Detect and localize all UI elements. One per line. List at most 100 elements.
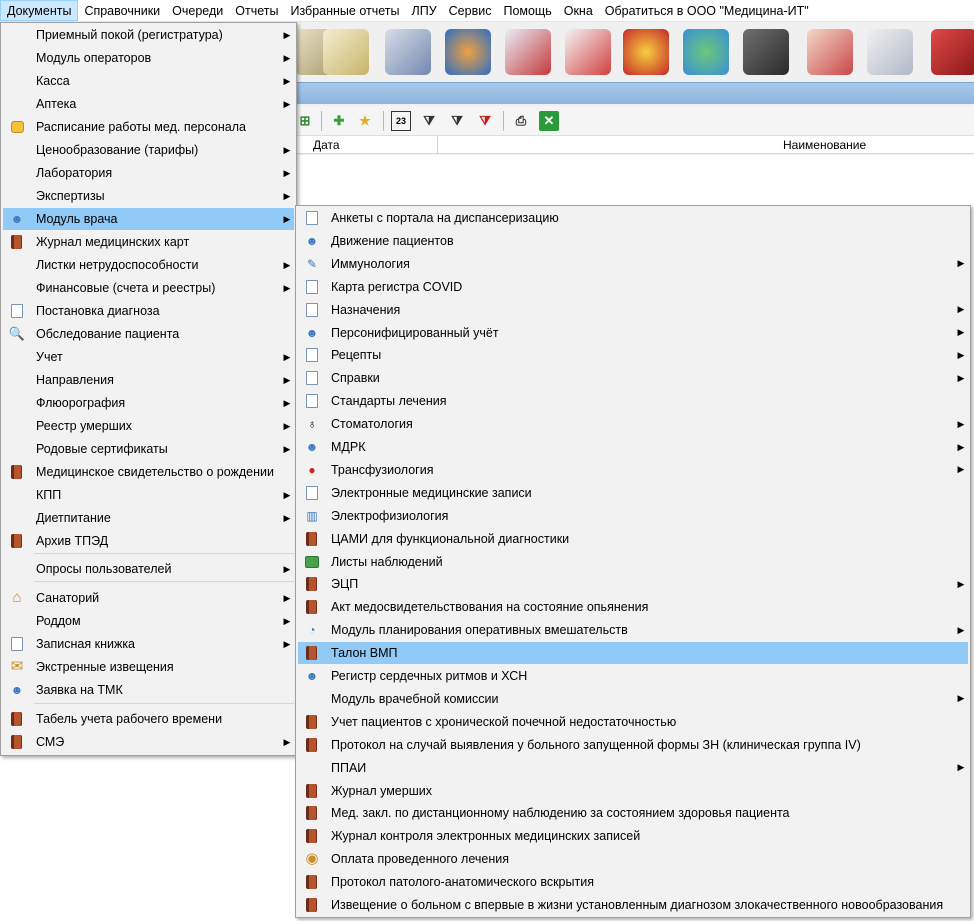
- menu-item[interactable]: Мед. закл. по дистанционному наблюдению …: [298, 802, 968, 824]
- menu-item-label: Экстренные извещения: [36, 660, 174, 674]
- menu-item[interactable]: Журнал контроля электронных медицинских …: [298, 825, 968, 847]
- menu-item[interactable]: ☻ Регистр сердечных ритмов и ХСН: [298, 665, 968, 687]
- pharmacy-icon[interactable]: [505, 29, 551, 75]
- menu-item[interactable]: ☻ Модуль врача ▶: [3, 208, 294, 230]
- menu-item[interactable]: ▥ Электрофизиология: [298, 505, 968, 527]
- menu-item[interactable]: Диетпитание ▶: [3, 507, 294, 529]
- menu-item[interactable]: Модуль врачебной комиссии ▶: [298, 688, 968, 710]
- add-star-icon[interactable]: ✚: [329, 111, 349, 131]
- menu-item[interactable]: ЦАМИ для функциональной диагностики: [298, 528, 968, 550]
- menubar-item[interactable]: Справочники: [78, 0, 166, 21]
- menu-item[interactable]: Постановка диагноза: [3, 300, 294, 322]
- menu-item[interactable]: ◉ Оплата проведенного лечения: [298, 848, 968, 870]
- menu-item[interactable]: ✉ Экстренные извещения: [3, 656, 294, 678]
- red-book-icon[interactable]: [931, 29, 974, 75]
- menu-item[interactable]: Справки ▶: [298, 367, 968, 389]
- menu-item[interactable]: ◔ Модуль планирования оперативных вмешате…: [298, 619, 968, 641]
- menu-item[interactable]: Извещение о больном с впервые в жизни ус…: [298, 894, 968, 916]
- thermometer-icon[interactable]: [867, 29, 913, 75]
- menu-item[interactable]: Учет пациентов с хронической почечной не…: [298, 711, 968, 733]
- column-header-name[interactable]: Наименование: [783, 136, 866, 154]
- excel-export-icon[interactable]: ✕: [539, 111, 559, 131]
- menu-item[interactable]: Опросы пользователей ▶: [3, 558, 294, 580]
- calendar-icon[interactable]: 23: [391, 111, 411, 131]
- menubar-item[interactable]: Помощь: [497, 0, 557, 21]
- menu-item[interactable]: ☻ Персонифицированный учёт ▶: [298, 322, 968, 344]
- favorite-star-icon[interactable]: ★: [355, 111, 375, 131]
- capsule-icon[interactable]: [683, 29, 729, 75]
- menu-item[interactable]: Медицинское свидетельство о рождении: [3, 461, 294, 483]
- menu-item[interactable]: Флюорография ▶: [3, 392, 294, 414]
- menubar-item[interactable]: Избранные отчеты: [284, 0, 405, 21]
- print-icon[interactable]: ⎙: [511, 111, 531, 131]
- menu-item[interactable]: Карта регистра COVID: [298, 276, 968, 298]
- menubar-item[interactable]: Документы: [0, 0, 79, 21]
- menu-item[interactable]: Талон ВМП: [298, 642, 968, 665]
- menu-item[interactable]: Реестр умерших ▶: [3, 415, 294, 437]
- menu-item[interactable]: Родовые сертификаты ▶: [3, 438, 294, 460]
- menu-item[interactable]: Аптека ▶: [3, 93, 294, 115]
- filter-clear-icon[interactable]: ⧩: [475, 111, 495, 131]
- menu-item[interactable]: Табель учета рабочего времени: [3, 708, 294, 730]
- pills-basket-icon[interactable]: [623, 29, 669, 75]
- filter-icon[interactable]: ⧩: [419, 111, 439, 131]
- menu-item[interactable]: ☻ МДРК ▶: [298, 436, 968, 458]
- gear-module-icon[interactable]: [445, 29, 491, 75]
- notepad-icon[interactable]: [323, 29, 369, 75]
- menu-item[interactable]: Электронные медицинские записи: [298, 482, 968, 504]
- menubar-item[interactable]: Обратиться в ООО "Медицина-ИТ": [599, 0, 815, 21]
- menubar-item[interactable]: Окна: [558, 0, 599, 21]
- menu-item[interactable]: 🔍 Обследование пациента: [3, 323, 294, 345]
- menu-item[interactable]: Архив ТПЭД: [3, 530, 294, 552]
- menu-item[interactable]: Листы наблюдений: [298, 551, 968, 573]
- menu-item[interactable]: Журнал умерших: [298, 780, 968, 802]
- menu-item[interactable]: Ценообразование (тарифы) ▶: [3, 139, 294, 161]
- menu-item[interactable]: Финансовые (счета и реестры) ▶: [3, 277, 294, 299]
- menu-item-label: Извещение о больном с впервые в жизни ус…: [331, 898, 944, 912]
- menu-item[interactable]: КПП ▶: [3, 484, 294, 506]
- window-caption-strip: [295, 82, 974, 104]
- menu-item[interactable]: ЭЦП ▶: [298, 573, 968, 595]
- menu-item[interactable]: ☻ Заявка на ТМК: [3, 679, 294, 701]
- patients-icon: ☻: [305, 233, 319, 248]
- archive-icon: [11, 534, 22, 548]
- menu-item[interactable]: ☻ Движение пациентов: [298, 230, 968, 252]
- menu-item[interactable]: Листки нетрудоспособности ▶: [3, 254, 294, 276]
- menubar-item[interactable]: Отчеты: [229, 0, 284, 21]
- menu-item[interactable]: ППАИ ▶: [298, 757, 968, 779]
- menu-item[interactable]: ● Трансфузиология ▶: [298, 459, 968, 481]
- menu-item[interactable]: Лаборатория ▶: [3, 162, 294, 184]
- menu-item[interactable]: СМЭ ▶: [3, 731, 294, 753]
- filter-edit-icon[interactable]: ⧩: [447, 111, 467, 131]
- menu-item[interactable]: ♁ Стоматология ▶: [298, 413, 968, 435]
- menubar-item[interactable]: Очереди: [166, 0, 229, 21]
- menu-item[interactable]: Акт медосвидетельствования на состояние …: [298, 596, 968, 618]
- menu-item[interactable]: Модуль операторов ▶: [3, 47, 294, 69]
- menu-item[interactable]: ⌂ Санаторий ▶: [3, 587, 294, 609]
- menu-item[interactable]: Роддом ▶: [3, 610, 294, 632]
- syringe-module-icon[interactable]: [385, 29, 431, 75]
- menu-item[interactable]: Учет ▶: [3, 346, 294, 368]
- menu-item[interactable]: Журнал медицинских карт: [3, 231, 294, 253]
- column-header-date[interactable]: Дата: [313, 136, 340, 154]
- menu-item[interactable]: Стандарты лечения: [298, 390, 968, 412]
- menu-item[interactable]: Приемный покой (регистратура) ▶: [3, 24, 294, 46]
- menubar-item[interactable]: Сервис: [443, 0, 498, 21]
- menu-item[interactable]: Протокол на случай выявления у больного …: [298, 734, 968, 756]
- medical-card-icon[interactable]: [565, 29, 611, 75]
- submenu-arrow-icon: ▶: [957, 624, 965, 635]
- menu-item[interactable]: Расписание работы мед. персонала: [3, 116, 294, 138]
- menu-item[interactable]: Направления ▶: [3, 369, 294, 391]
- menu-item[interactable]: Рецепты ▶: [298, 344, 968, 366]
- menu-item[interactable]: Касса ▶: [3, 70, 294, 92]
- menu-item[interactable]: Назначения ▶: [298, 299, 968, 321]
- nurse-icon[interactable]: [807, 29, 853, 75]
- menu-item[interactable]: Экспертизы ▶: [3, 185, 294, 207]
- menu-item[interactable]: Протокол патолого-анатомического вскрыти…: [298, 871, 968, 893]
- menu-item[interactable]: Записная книжка ▶: [3, 633, 294, 655]
- menu-item[interactable]: Анкеты с портала на диспансеризацию: [298, 207, 968, 229]
- barcode-scanner-icon[interactable]: [743, 29, 789, 75]
- menubar-item[interactable]: ЛПУ: [406, 0, 443, 21]
- menu-item[interactable]: ✎ Иммунология ▶: [298, 253, 968, 275]
- add-icon[interactable]: ⊞: [295, 111, 315, 131]
